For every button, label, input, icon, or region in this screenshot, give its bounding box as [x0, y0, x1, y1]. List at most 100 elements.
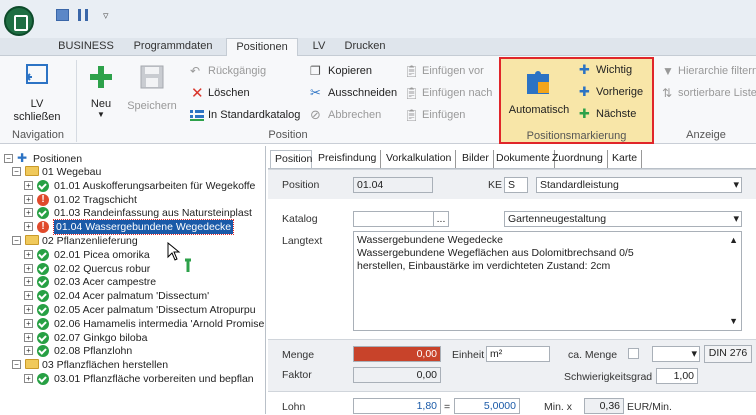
ca-menge-select[interactable]: [652, 346, 700, 362]
lohn-field[interactable]: 1,80: [353, 398, 441, 414]
tab-dokumente[interactable]: Dokumente: [492, 150, 555, 168]
columns-icon[interactable]: [78, 9, 88, 21]
tree-folder[interactable]: − 01 Wegebau: [12, 165, 265, 179]
tree-item[interactable]: +02.02 Quercus robur: [24, 262, 265, 276]
min-value-field[interactable]: 0,36: [584, 398, 624, 414]
collapse-icon[interactable]: −: [12, 360, 21, 370]
expand-icon[interactable]: +: [24, 332, 33, 342]
katalog-label: Katalog: [282, 213, 318, 225]
paste-button[interactable]: 📋︎ Einfügen: [404, 108, 484, 124]
collapse-icon[interactable]: −: [12, 167, 21, 176]
tree-item[interactable]: +02.03 Acer campestre: [24, 275, 265, 289]
previous-button[interactable]: ✚ Vorherige: [579, 84, 651, 101]
paste-before-button[interactable]: 📋︎ Einfügen vor: [404, 64, 494, 80]
sortable-list-button[interactable]: ⇅ sortierbare Liste: [662, 86, 756, 102]
tab-positionen[interactable]: Positionen: [226, 38, 298, 57]
tree-item[interactable]: +03.01 Pflanzfläche vorbereiten und bepf…: [24, 372, 265, 386]
undo-button[interactable]: ↶ Rückgängig: [190, 64, 290, 80]
scroll-up-icon[interactable]: ▲: [729, 234, 738, 247]
filter-icon: ▼: [662, 64, 674, 78]
tree-folder[interactable]: − 02 Pflanzenlieferung: [12, 234, 265, 248]
tab-vorkalkulation[interactable]: Vorkalkulation: [382, 150, 457, 168]
hierarchy-filter-button[interactable]: ▼ Hierarchie filtern: [662, 64, 756, 80]
tree-item[interactable]: +02.06 Hamamelis intermedia 'Arnold Prom…: [24, 317, 265, 331]
cancel-button[interactable]: ⊘ Abbrechen: [310, 107, 400, 124]
app-logo-icon[interactable]: [4, 6, 34, 36]
next-button[interactable]: ✚ Nächste: [579, 106, 651, 123]
check-icon: [37, 373, 49, 385]
tab-bilder[interactable]: Bilder: [458, 150, 494, 168]
scroll-down-icon[interactable]: ▼: [729, 315, 738, 328]
cut-label: Ausschneiden: [328, 87, 398, 99]
tree-item[interactable]: +02.08 Pflanzlohn: [24, 344, 265, 358]
expand-icon[interactable]: +: [24, 277, 33, 287]
schwierig-field[interactable]: 1,00: [656, 368, 698, 384]
tree-item[interactable]: +02.05 Acer palmatum 'Dissectum Atropurp…: [24, 303, 265, 317]
auto-mark-button[interactable]: Automatisch: [503, 60, 575, 126]
quick-access-icon[interactable]: [56, 9, 69, 21]
katalog-select[interactable]: Gartenneugestaltung: [504, 211, 742, 227]
save-button[interactable]: Speichern: [126, 58, 178, 126]
puzzle-icon: [527, 71, 549, 94]
paste-before-icon: 📋︎: [404, 64, 420, 78]
expand-icon[interactable]: +: [24, 305, 33, 314]
tree-item[interactable]: +02.04 Acer palmatum 'Dissectum': [24, 289, 265, 303]
position-field[interactable]: 01.04: [353, 177, 433, 193]
expand-icon[interactable]: +: [24, 291, 33, 301]
din276-button[interactable]: DIN 276: [704, 345, 752, 363]
customize-quick-access-icon[interactable]: ▿: [103, 9, 109, 22]
tree-item[interactable]: +02.07 Ginkgo biloba: [24, 331, 265, 345]
ke-field[interactable]: S: [504, 177, 528, 193]
ca-menge-checkbox[interactable]: [628, 348, 639, 359]
expand-icon[interactable]: +: [24, 346, 33, 356]
scissors-icon: ✂: [310, 85, 321, 100]
check-icon: [37, 331, 49, 344]
important-button[interactable]: ✚ Wichtig: [579, 62, 651, 79]
expand-icon[interactable]: +: [24, 263, 33, 273]
tab-lv[interactable]: LV: [304, 38, 334, 56]
expand-icon[interactable]: +: [24, 222, 33, 232]
expand-icon[interactable]: +: [24, 194, 33, 204]
cut-button[interactable]: ✂ Ausschneiden: [310, 85, 402, 102]
einheit-field[interactable]: m²: [486, 346, 550, 362]
delete-button[interactable]: ✕ Löschen: [190, 85, 290, 102]
expand-icon[interactable]: +: [24, 208, 33, 218]
ke-type-select[interactable]: Standardleistung: [536, 177, 742, 193]
faktor-field[interactable]: 0,00: [353, 367, 441, 383]
menge-field[interactable]: 0,00: [353, 346, 441, 362]
next-label: Nächste: [596, 108, 637, 120]
tab-position[interactable]: Position: [270, 150, 312, 168]
tab-drucken[interactable]: Drucken: [340, 38, 390, 56]
new-button[interactable]: Neu ▼: [80, 58, 122, 126]
tab-zuordnung[interactable]: Zuordnung: [548, 150, 608, 168]
tree-item[interactable]: +01.01 Auskofferungsarbeiten für Wegekof…: [24, 179, 265, 193]
tree-item[interactable]: +! 01.02 Tragschicht: [24, 193, 265, 207]
collapse-icon[interactable]: −: [12, 236, 21, 245]
tab-programmdaten[interactable]: Programmdaten: [128, 38, 218, 56]
katalog-browse-button[interactable]: ...: [433, 211, 449, 227]
tree-item[interactable]: +! 01.04 Wassergebundene Wegedecke: [24, 219, 265, 236]
expand-icon[interactable]: +: [24, 180, 33, 190]
check-icon: [37, 290, 49, 303]
tab-business[interactable]: BUSINESS: [52, 38, 120, 56]
expand-icon[interactable]: +: [24, 374, 33, 383]
separator: [76, 60, 77, 142]
cancel-icon: ⊘: [310, 107, 321, 122]
langtext-line-3: herstellen, Einbaustärke im verdichteten…: [357, 260, 611, 272]
lv-close-button[interactable]: LV schließen: [4, 58, 70, 126]
collapse-icon[interactable]: −: [4, 154, 13, 163]
copy-icon: ❐: [310, 64, 321, 78]
tree-item[interactable]: +01.03 Randeinfassung aus Natursteinplas…: [24, 206, 265, 220]
langtext-textarea[interactable]: Wassergebundene Wegedecke Wassergebunden…: [353, 231, 742, 331]
tab-karte[interactable]: Karte: [608, 150, 643, 168]
paste-after-button[interactable]: 📋︎ Einfügen nach: [404, 86, 494, 102]
copy-button[interactable]: ❐ Kopieren: [310, 64, 400, 80]
tree-root-label: Positionen: [33, 153, 83, 165]
tree-item[interactable]: +02.01 Picea omorika: [24, 248, 265, 262]
tree-folder[interactable]: − 03 Pflanzflächen herstellen: [12, 358, 265, 372]
tab-preisfindung[interactable]: Preisfindung: [314, 150, 382, 168]
lohn-factor-field[interactable]: 5,0000: [454, 398, 520, 414]
expand-icon[interactable]: +: [24, 249, 33, 259]
expand-icon[interactable]: +: [24, 318, 33, 328]
to-catalog-button[interactable]: In Standardkatalog: [190, 108, 302, 124]
